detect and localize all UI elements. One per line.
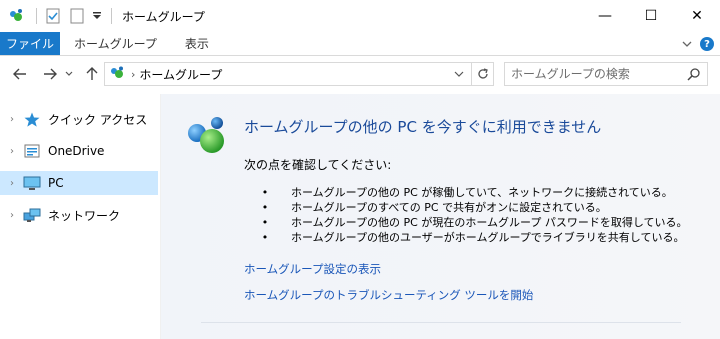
forward-button[interactable] xyxy=(38,62,62,86)
arrow-up-icon xyxy=(86,67,98,80)
content-divider xyxy=(201,322,681,323)
address-bar[interactable]: › ホームグループ xyxy=(104,62,494,86)
up-button[interactable] xyxy=(80,62,104,86)
homegroup-icon xyxy=(109,66,125,83)
homegroup-troubleshooter-link[interactable]: ホームグループのトラブルシューティング ツールを開始 xyxy=(244,287,533,303)
search-input[interactable] xyxy=(505,63,681,85)
breadcrumb-separator[interactable]: › xyxy=(131,68,135,81)
minimize-button[interactable]: — xyxy=(582,0,628,32)
address-dropdown-button[interactable] xyxy=(449,63,469,85)
bullet: • xyxy=(261,201,269,214)
list-item: • ホームグループの他の PC が現在のホームグループ パスワードを取得している。 xyxy=(261,215,688,230)
nav-item-label: PC xyxy=(48,176,64,190)
list-item: • ホームグループの他の PC が稼働していて、ネットワークに接続されている。 xyxy=(261,185,688,200)
close-button[interactable]: ✕ xyxy=(674,0,720,32)
tab-homegroup[interactable]: ホームグループ xyxy=(60,32,171,55)
refresh-icon xyxy=(477,68,488,79)
network-icon xyxy=(22,207,42,223)
list-item-text: ホームグループの他の PC が現在のホームグループ パスワードを取得している。 xyxy=(291,216,688,229)
navigation-pane: › クイック アクセス › OneDrive › PC › ネットワーク xyxy=(0,94,160,339)
bullet: • xyxy=(261,186,269,199)
search-icon[interactable] xyxy=(687,67,701,84)
list-item: • ホームグループのすべての PC で共有がオンに設定されている。 xyxy=(261,200,688,215)
window-title: ホームグループ xyxy=(122,9,205,24)
page-heading: ホームグループの他の PC を今すぐに利用できません xyxy=(244,118,602,136)
homegroup-app-icon xyxy=(6,6,26,26)
arrow-left-icon xyxy=(13,68,26,80)
chevron-right-icon[interactable]: › xyxy=(2,114,22,125)
pc-icon xyxy=(22,175,42,191)
title-bar: ホームグループ — ☐ ✕ xyxy=(0,0,720,32)
bullet: • xyxy=(261,216,269,229)
nav-item-label: クイック アクセス xyxy=(48,112,148,127)
navigation-bar: › ホームグループ xyxy=(0,56,720,92)
breadcrumb-homegroup[interactable]: ホームグループ xyxy=(139,66,222,83)
nav-item-pc[interactable]: › PC xyxy=(0,171,158,195)
star-icon xyxy=(22,111,42,127)
ribbon-tabs: ファイル ホームグループ 表示 ? xyxy=(0,32,720,56)
chevron-right-icon[interactable]: › xyxy=(2,178,22,189)
chevron-down-icon xyxy=(65,71,73,76)
nav-item-quick-access[interactable]: › クイック アクセス xyxy=(0,107,158,131)
view-homegroup-settings-link[interactable]: ホームグループ設定の表示 xyxy=(244,261,381,277)
properties-icon[interactable] xyxy=(43,6,63,26)
customize-toolbar-icon[interactable] xyxy=(91,6,103,26)
toolbar-separator xyxy=(111,8,112,24)
nav-item-label: OneDrive xyxy=(48,144,105,158)
refresh-button[interactable] xyxy=(471,63,493,85)
chevron-down-icon[interactable] xyxy=(682,37,692,51)
chevron-right-icon[interactable]: › xyxy=(2,146,22,157)
nav-item-onedrive[interactable]: › OneDrive xyxy=(0,139,158,163)
chevron-right-icon[interactable]: › xyxy=(2,210,22,221)
new-folder-icon[interactable] xyxy=(67,6,87,26)
search-box[interactable] xyxy=(504,62,708,86)
onedrive-icon xyxy=(22,143,42,159)
checklist: • ホームグループの他の PC が稼働していて、ネットワークに接続されている。 •… xyxy=(261,185,688,245)
bullet: • xyxy=(261,231,269,244)
nav-item-network[interactable]: › ネットワーク xyxy=(0,203,158,227)
content-pane: ホームグループの他の PC を今すぐに利用できません 次の点を確認してください:… xyxy=(161,94,720,339)
nav-item-label: ネットワーク xyxy=(48,208,121,223)
recent-locations-button[interactable] xyxy=(62,62,76,86)
back-button[interactable] xyxy=(8,62,32,86)
ribbon-right-controls: ? xyxy=(682,32,714,56)
list-item-text: ホームグループの他のユーザーがホームグループでライブラリを共有している。 xyxy=(291,231,685,244)
toolbar-separator xyxy=(36,8,37,24)
tab-view[interactable]: 表示 xyxy=(171,32,223,55)
arrow-right-icon xyxy=(44,68,57,80)
list-item: • ホームグループの他のユーザーがホームグループでライブラリを共有している。 xyxy=(261,230,688,245)
window-controls: — ☐ ✕ xyxy=(582,0,720,32)
quick-access-toolbar xyxy=(0,0,118,32)
list-item-text: ホームグループの他の PC が稼働していて、ネットワークに接続されている。 xyxy=(291,186,673,199)
tab-file[interactable]: ファイル xyxy=(0,32,60,55)
homegroup-large-icon xyxy=(183,114,233,167)
maximize-button[interactable]: ☐ xyxy=(628,0,674,32)
chevron-down-icon xyxy=(454,71,464,77)
help-icon[interactable]: ? xyxy=(700,37,714,51)
list-item-text: ホームグループのすべての PC で共有がオンに設定されている。 xyxy=(291,201,607,214)
instruction-text: 次の点を確認してください: xyxy=(244,158,392,172)
